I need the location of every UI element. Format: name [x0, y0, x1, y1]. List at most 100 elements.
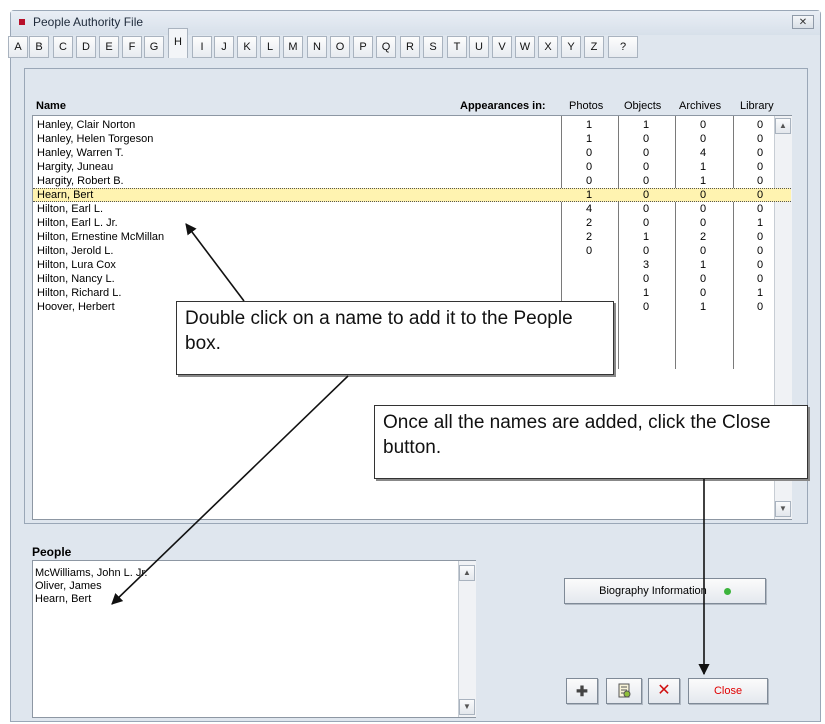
- table-row[interactable]: Hilton, Earl L. Jr. 2 0 0 1: [33, 216, 791, 230]
- row-photos-count: 1: [585, 133, 593, 145]
- row-name: Hargity, Robert B.: [37, 175, 124, 187]
- row-objects-count: 1: [642, 119, 650, 131]
- tab-h[interactable]: H: [168, 28, 188, 58]
- row-library-count: 0: [756, 133, 764, 145]
- tab-m[interactable]: M: [283, 36, 303, 58]
- row-name: Hargity, Juneau: [37, 161, 114, 173]
- table-row[interactable]: Hilton, Richard L. 1 0 1: [33, 286, 791, 300]
- header-appearances: Appearances in:: [460, 100, 546, 112]
- row-library-count: 0: [756, 203, 764, 215]
- tab-v[interactable]: V: [492, 36, 512, 58]
- tab-j[interactable]: J: [214, 36, 234, 58]
- table-row[interactable]: Hilton, Nancy L. 0 0 0: [33, 272, 791, 286]
- tab-s[interactable]: S: [423, 36, 443, 58]
- row-archives-count: 0: [699, 245, 707, 257]
- table-row[interactable]: Hearn, Bert 1 0 0 0: [33, 188, 791, 202]
- table-row[interactable]: Hanley, Clair Norton 1 1 0 0: [33, 118, 791, 132]
- scroll-down-arrow-icon[interactable]: ▼: [775, 501, 791, 517]
- row-archives-count: 0: [699, 203, 707, 215]
- row-objects-count: 0: [642, 203, 650, 215]
- row-archives-count: 0: [699, 119, 707, 131]
- people-label: People: [32, 545, 72, 559]
- header-photos: Photos: [569, 100, 604, 112]
- row-name: Hilton, Earl L. Jr.: [37, 217, 118, 229]
- table-row[interactable]: Hargity, Juneau 0 0 1 0: [33, 160, 791, 174]
- table-row[interactable]: Hargity, Robert B. 0 0 1 0: [33, 174, 791, 188]
- tab-k[interactable]: K: [237, 36, 257, 58]
- row-objects-count: 0: [642, 273, 650, 285]
- tab-c[interactable]: C: [53, 36, 73, 58]
- row-name: Hilton, Lura Cox: [37, 259, 116, 271]
- row-photos-count: 2: [585, 231, 593, 243]
- people-scrollbar[interactable]: ▲ ▼: [458, 561, 476, 717]
- row-library-count: 0: [756, 147, 764, 159]
- people-item[interactable]: Hearn, Bert: [35, 593, 91, 605]
- row-name: Hilton, Richard L.: [37, 287, 122, 299]
- row-archives-count: 4: [699, 147, 707, 159]
- tab-z[interactable]: Z: [584, 36, 604, 58]
- table-row[interactable]: Hilton, Ernestine McMillan 2 1 2 0: [33, 230, 791, 244]
- row-objects-count: 1: [642, 231, 650, 243]
- row-objects-count: 0: [642, 147, 650, 159]
- tab-n[interactable]: N: [307, 36, 327, 58]
- header-library: Library: [740, 100, 774, 112]
- row-archives-count: 1: [699, 259, 707, 271]
- row-objects-count: 3: [642, 259, 650, 271]
- people-box[interactable]: McWilliams, John L. Jr. Oliver, James He…: [32, 560, 476, 718]
- window-title: People Authority File: [33, 15, 144, 29]
- row-photos-count: 0: [585, 245, 593, 257]
- biography-button-label: Biography Information: [599, 585, 707, 597]
- row-objects-count: 0: [642, 133, 650, 145]
- people-item[interactable]: McWilliams, John L. Jr.: [35, 567, 147, 579]
- tab-l[interactable]: L: [260, 36, 280, 58]
- row-name: Hilton, Ernestine McMillan: [37, 231, 165, 243]
- tab-i[interactable]: I: [192, 36, 212, 58]
- plus-icon: ✚: [576, 683, 588, 699]
- tab-other[interactable]: ?: [608, 36, 638, 58]
- row-name: Hoover, Herbert: [37, 301, 115, 313]
- tab-r[interactable]: R: [400, 36, 420, 58]
- row-archives-count: 1: [699, 301, 707, 313]
- row-objects-count: 1: [642, 287, 650, 299]
- row-name: Hilton, Earl L.: [37, 203, 104, 215]
- tab-x[interactable]: X: [538, 36, 558, 58]
- close-button[interactable]: Close: [688, 678, 768, 704]
- row-photos-count: 1: [585, 189, 593, 201]
- people-item[interactable]: Oliver, James: [35, 580, 102, 592]
- tab-o[interactable]: O: [330, 36, 350, 58]
- row-library-count: 0: [756, 273, 764, 285]
- tab-d[interactable]: D: [76, 36, 96, 58]
- window-close-button[interactable]: ✕: [792, 15, 814, 29]
- table-row[interactable]: Hanley, Warren T. 0 0 4 0: [33, 146, 791, 160]
- delete-button[interactable]: ✕: [648, 678, 680, 704]
- tab-g[interactable]: G: [144, 36, 164, 58]
- tab-a[interactable]: A: [8, 36, 28, 58]
- row-objects-count: 0: [642, 301, 650, 313]
- add-button[interactable]: ✚: [566, 678, 598, 704]
- table-row[interactable]: Hilton, Earl L. 4 0 0 0: [33, 202, 791, 216]
- tab-p[interactable]: P: [353, 36, 373, 58]
- scroll-down-arrow-icon[interactable]: ▼: [459, 699, 475, 715]
- delete-x-icon: ✕: [657, 682, 671, 699]
- row-photos-count: 0: [585, 161, 593, 173]
- tab-y[interactable]: Y: [561, 36, 581, 58]
- tab-q[interactable]: Q: [376, 36, 396, 58]
- row-library-count: 0: [756, 175, 764, 187]
- tab-w[interactable]: W: [515, 36, 535, 58]
- report-button[interactable]: [606, 678, 642, 704]
- tab-t[interactable]: T: [447, 36, 467, 58]
- row-objects-count: 0: [642, 175, 650, 187]
- table-row[interactable]: Hilton, Jerold L. 0 0 0 0: [33, 244, 791, 258]
- tab-e[interactable]: E: [99, 36, 119, 58]
- biography-information-button[interactable]: Biography Information: [564, 578, 766, 604]
- row-library-count: 0: [756, 231, 764, 243]
- table-row[interactable]: Hilton, Lura Cox 3 1 0: [33, 258, 791, 272]
- scroll-up-arrow-icon[interactable]: ▲: [459, 565, 475, 581]
- tab-u[interactable]: U: [469, 36, 489, 58]
- row-archives-count: 0: [699, 217, 707, 229]
- row-name: Hanley, Clair Norton: [37, 119, 136, 131]
- tab-b[interactable]: B: [29, 36, 49, 58]
- tab-f[interactable]: F: [122, 36, 142, 58]
- table-row[interactable]: Hanley, Helen Torgeson 1 0 0 0: [33, 132, 791, 146]
- row-archives-count: 1: [699, 161, 707, 173]
